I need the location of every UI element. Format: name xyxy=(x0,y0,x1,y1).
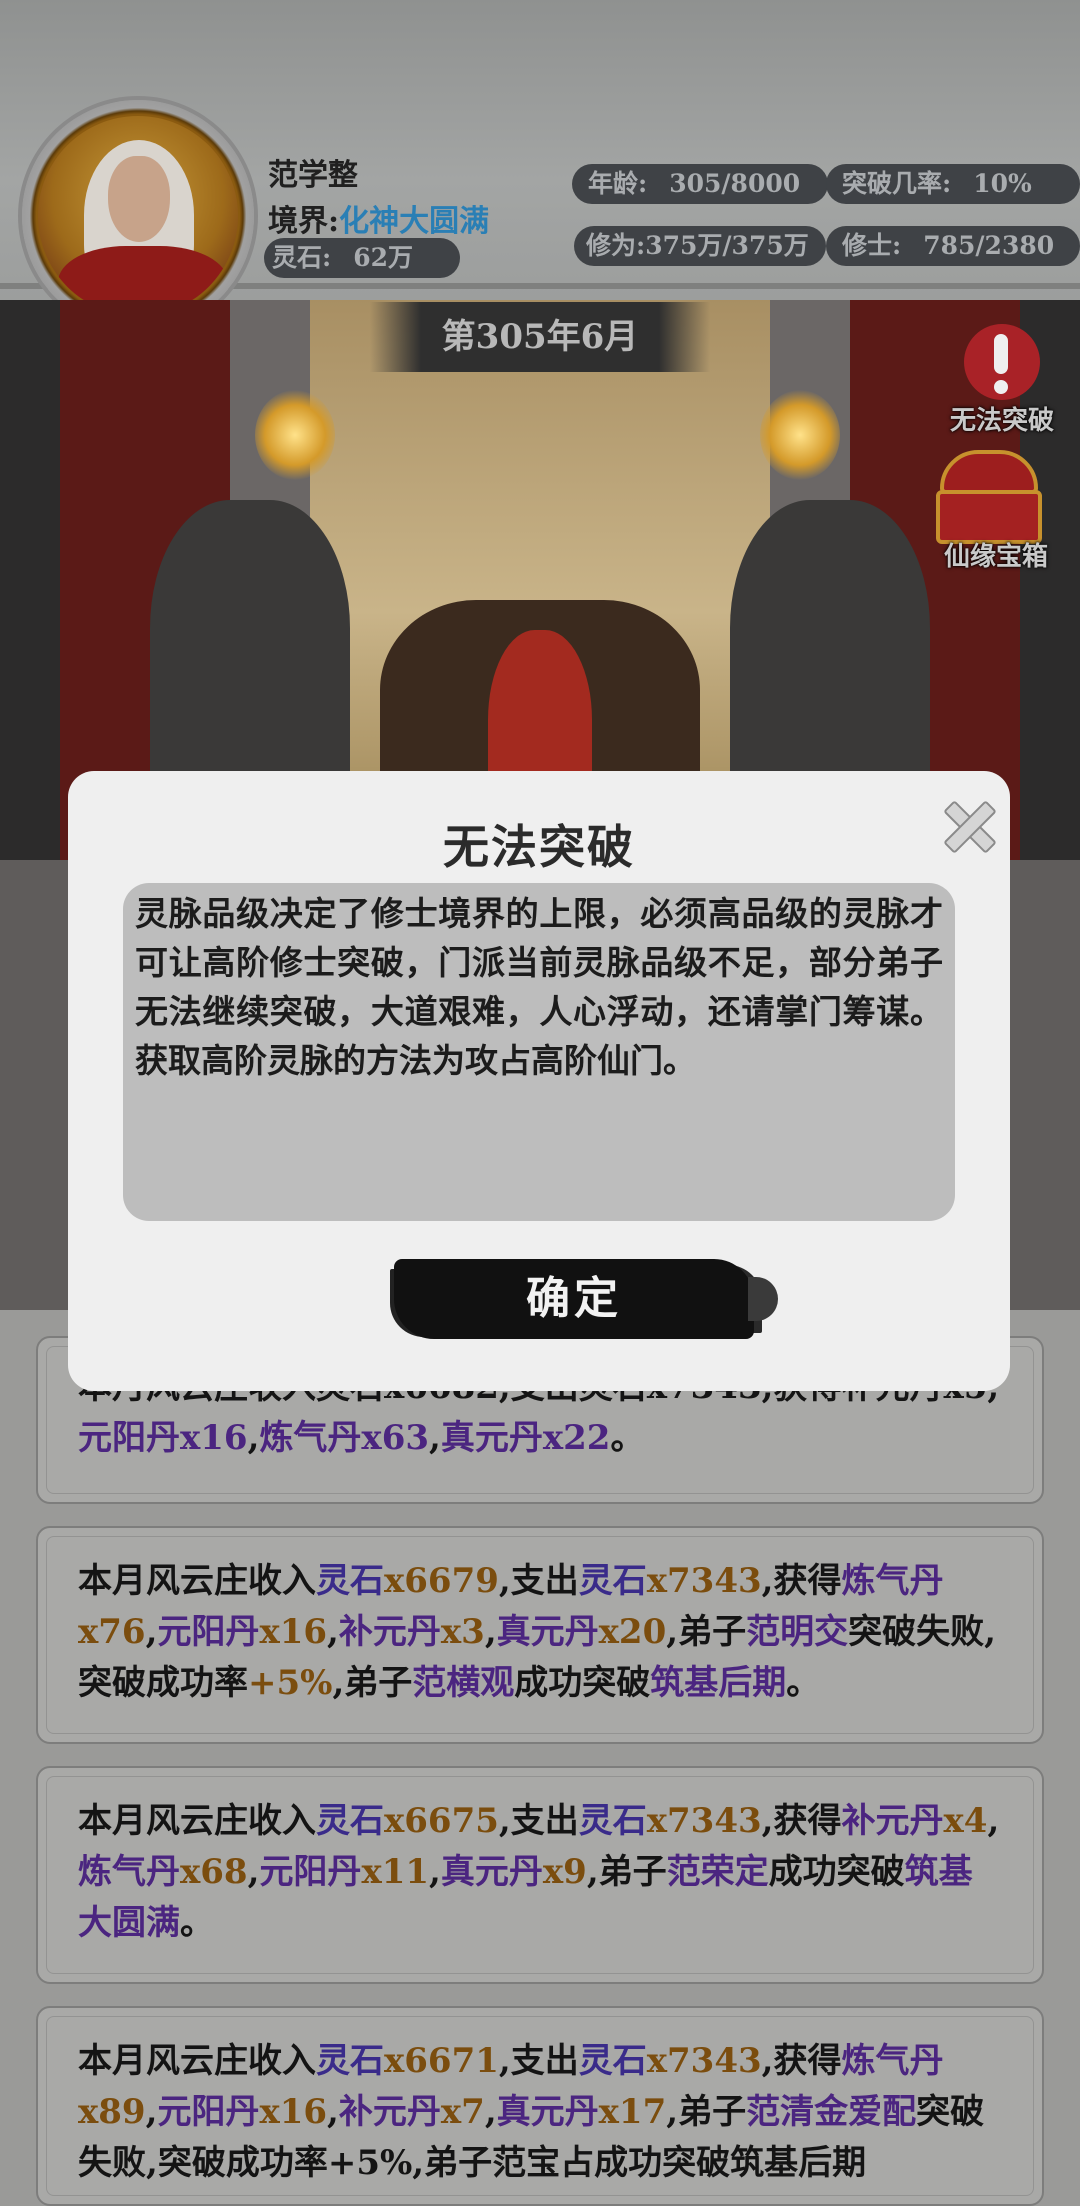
realm-line: 境界:化神大圆满 xyxy=(268,196,489,240)
spirit-stone-pill: 灵石: 62万 xyxy=(264,238,460,278)
cultivation-value: 375万/375万 xyxy=(645,231,809,260)
disciples-value: 785/2380 xyxy=(923,231,1055,260)
cultivation-pill: 修为:375万/375万 xyxy=(574,226,826,266)
treasure-chest-icon[interactable] xyxy=(930,450,1048,546)
spirit-stone-value: 62万 xyxy=(353,243,414,272)
log-entry: 本月风云庄收入灵石x6675,支出灵石x7343,获得补元丹x4,炼气丹x68,… xyxy=(36,1766,1044,1984)
avatar-face xyxy=(108,156,170,242)
age-value: 305/8000 xyxy=(669,169,801,198)
age-pill: 年龄: 305/8000 xyxy=(572,164,828,204)
disciples-pill: 修士: 785/2380 xyxy=(826,226,1080,266)
dialog-message: 灵脉品级决定了修士境界的上限，必须高品级的灵脉才可让高阶修士突破，门派当前灵脉品… xyxy=(123,883,955,1221)
player-name: 范学整 xyxy=(268,158,358,193)
age-label: 年龄: xyxy=(588,169,648,198)
alert-exclamation-icon[interactable] xyxy=(964,324,1040,400)
disciples-label: 修士: xyxy=(842,231,902,260)
scene-lantern-right xyxy=(760,390,840,480)
log-entry: 本月风云庄收入灵石x6679,支出灵石x7343,获得炼气丹x76,元阳丹x16… xyxy=(36,1526,1044,1744)
confirm-button[interactable]: 确定 xyxy=(394,1259,778,1339)
treasure-chest-label[interactable]: 仙缘宝箱 xyxy=(944,536,1048,573)
breakthrough-rate-value: 10% xyxy=(973,169,1032,198)
realm-label: 境界: xyxy=(268,204,340,239)
cannot-breakthrough-dialog: 无法突破 灵脉品级决定了修士境界的上限，必须高品级的灵脉才可让高阶修士突破，门派… xyxy=(68,771,1010,1391)
avatar[interactable] xyxy=(38,116,238,316)
date-banner: 第305年6月 xyxy=(370,302,710,372)
scene-lantern-left xyxy=(255,390,335,480)
breakthrough-rate-pill: 突破几率: 10% xyxy=(826,164,1080,204)
cultivation-label: 修为: xyxy=(586,231,646,260)
spirit-stone-label: 灵石: xyxy=(272,243,332,272)
breakthrough-rate-label: 突破几率: xyxy=(842,169,952,198)
realm-value: 化神大圆满 xyxy=(339,204,490,239)
log-entry: 本月风云庄收入灵石x6671,支出灵石x7343,获得炼气丹x89,元阳丹x16… xyxy=(36,2006,1044,2206)
dialog-title: 无法突破 xyxy=(443,820,635,874)
close-icon[interactable] xyxy=(936,793,1000,857)
alert-label[interactable]: 无法突破 xyxy=(950,400,1054,437)
